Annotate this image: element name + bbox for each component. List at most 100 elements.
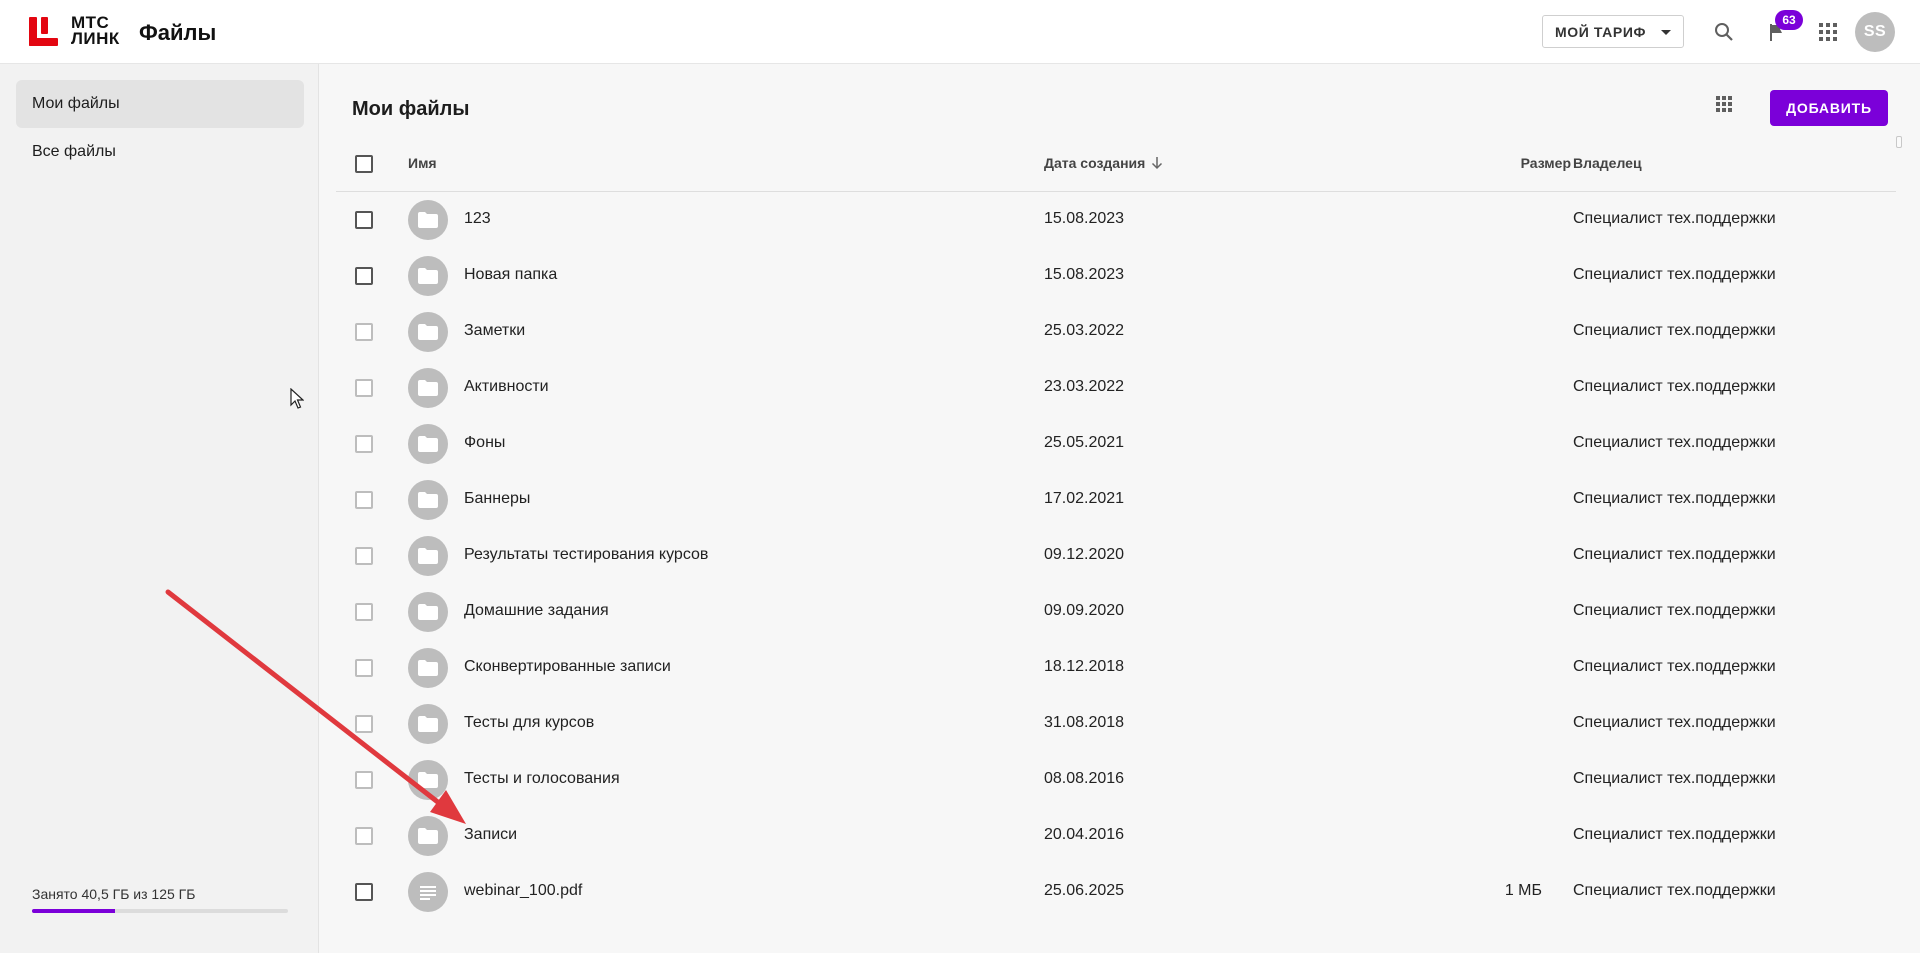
file-name[interactable]: 123	[464, 210, 491, 228]
folder-icon	[408, 312, 448, 352]
file-name[interactable]: Результаты тестирования курсов	[464, 546, 708, 564]
file-name[interactable]: Сконвертированные записи	[464, 658, 671, 676]
scrollbar-thumb[interactable]	[1896, 136, 1902, 148]
file-owner: Специалист тех.поддержки	[1573, 490, 1776, 507]
search-button[interactable]	[1709, 17, 1739, 47]
file-name[interactable]: Тесты и голосования	[464, 770, 620, 788]
file-name[interactable]: webinar_100.pdf	[464, 882, 582, 900]
user-avatar[interactable]: SS	[1855, 12, 1895, 52]
table-row[interactable]: Тесты и голосования 08.08.2016 Специалист …	[320, 752, 1920, 808]
file-created-date: 25.05.2021	[1044, 434, 1125, 451]
storage-usage-bar	[32, 909, 288, 913]
file-created-date: 25.03.2022	[1044, 322, 1125, 339]
sidebar-item-my-files[interactable]: Мои файлы	[16, 80, 304, 128]
row-checkbox[interactable]	[355, 547, 373, 565]
file-owner: Специалист тех.поддержки	[1573, 434, 1776, 451]
app-title: Файлы	[139, 20, 217, 45]
document-icon	[408, 872, 448, 912]
folder-icon	[408, 648, 448, 688]
file-owner: Специалист тех.поддержки	[1573, 546, 1776, 563]
file-name[interactable]: Новая папка	[464, 266, 557, 284]
file-name[interactable]: Записи	[464, 826, 517, 844]
file-owner: Специалист тех.поддержки	[1573, 322, 1776, 339]
sidebar: Мои файлы Все файлы Занято 40,5 ГБ из 12…	[0, 64, 319, 953]
row-checkbox[interactable]	[355, 491, 373, 509]
file-owner: Специалист тех.поддержки	[1573, 658, 1776, 675]
column-header-owner[interactable]: Владелец	[1573, 155, 1642, 171]
table-row[interactable]: Домашние задания 09.09.2020 Специалист тех…	[320, 584, 1920, 640]
file-owner: Специалист тех.поддержки	[1573, 210, 1776, 227]
row-checkbox[interactable]	[355, 603, 373, 621]
row-checkbox[interactable]	[355, 267, 373, 285]
tariff-label: МОЙ ТАРИФ	[1555, 23, 1647, 40]
file-created-date: 17.02.2021	[1044, 490, 1125, 507]
column-header-date[interactable]: Дата создания	[1044, 155, 1164, 171]
file-name[interactable]: Заметки	[464, 322, 525, 340]
select-all-checkbox[interactable]	[355, 155, 373, 173]
file-created-date: 09.09.2020	[1044, 602, 1125, 619]
file-name[interactable]: Домашние задания	[464, 602, 609, 620]
file-owner: Специалист тех.поддержки	[1573, 714, 1776, 731]
file-owner: Специалист тех.поддержки	[1573, 826, 1776, 843]
table-row[interactable]: Новая папка 15.08.2023 Специалист тех.подд…	[320, 248, 1920, 304]
table-row[interactable]: Тесты для курсов 31.08.2018 Специалист тех…	[320, 696, 1920, 752]
column-header-size[interactable]: Размер	[1490, 155, 1571, 171]
my-tariff-dropdown[interactable]: МОЙ ТАРИФ	[1542, 15, 1684, 48]
table-row[interactable]: Сконвертированные записи 18.12.2018 Специа…	[320, 640, 1920, 696]
file-name[interactable]: Фоны	[464, 434, 505, 452]
folder-icon	[408, 704, 448, 744]
folder-icon	[408, 816, 448, 856]
apps-button[interactable]	[1813, 17, 1843, 47]
column-header-name[interactable]: Имя	[408, 155, 437, 171]
mouse-cursor-icon	[290, 388, 304, 409]
table-row[interactable]: Записи 20.04.2016 Специалист тех.поддержки	[320, 808, 1920, 864]
row-checkbox[interactable]	[355, 379, 373, 397]
folder-icon	[408, 368, 448, 408]
row-checkbox[interactable]	[355, 715, 373, 733]
add-button[interactable]: ДОБАВИТЬ	[1770, 90, 1888, 126]
file-created-date: 09.12.2020	[1044, 546, 1125, 563]
row-checkbox[interactable]	[355, 827, 373, 845]
folder-icon	[408, 256, 448, 296]
folder-icon	[408, 536, 448, 576]
top-bar: МТС ЛИНК Файлы МОЙ ТАРИФ 63 SS	[0, 0, 1920, 64]
main-content: Мои файлы ДОБАВИТЬ Имя Дата создания Раз…	[320, 64, 1920, 953]
table-row[interactable]: Заметки 25.03.2022 Специалист тех.поддержк…	[320, 304, 1920, 360]
mts-link-logo-icon[interactable]	[29, 17, 58, 46]
file-name[interactable]: Активности	[464, 378, 549, 396]
table-row[interactable]: 123 15.08.2023 Специалист тех.поддержки	[320, 192, 1920, 248]
file-created-date: 15.08.2023	[1044, 266, 1125, 283]
brand-name[interactable]: МТС ЛИНК	[71, 14, 120, 47]
row-checkbox[interactable]	[355, 771, 373, 789]
row-checkbox[interactable]	[355, 659, 373, 677]
apps-grid-icon	[1819, 23, 1837, 41]
sort-arrow-down-icon	[1152, 157, 1163, 170]
table-row[interactable]: Баннеры 17.02.2021 Специалист тех.поддержк…	[320, 472, 1920, 528]
folder-icon	[408, 480, 448, 520]
file-owner: Специалист тех.поддержки	[1573, 378, 1776, 395]
table-row[interactable]: Фоны 25.05.2021 Специалист тех.поддержки	[320, 416, 1920, 472]
file-size: 1 МБ	[1504, 882, 1542, 899]
row-checkbox[interactable]	[355, 883, 373, 901]
storage-usage-label: Занято 40,5 ГБ из 125 ГБ	[32, 886, 196, 902]
file-created-date: 18.12.2018	[1044, 658, 1125, 675]
file-owner: Специалист тех.поддержки	[1573, 770, 1776, 787]
table-row[interactable]: Результаты тестирования курсов 09.12.2020…	[320, 528, 1920, 584]
table-row[interactable]: Активности 23.03.2022 Специалист тех.подде…	[320, 360, 1920, 416]
row-checkbox[interactable]	[355, 323, 373, 341]
row-checkbox[interactable]	[355, 211, 373, 229]
file-owner: Специалист тех.поддержки	[1573, 266, 1776, 283]
table-row[interactable]: webinar_100.pdf 25.06.2025 1 МБ Специалист …	[320, 864, 1920, 920]
row-checkbox[interactable]	[355, 435, 373, 453]
grid-view-toggle[interactable]	[1708, 88, 1740, 120]
folder-icon	[408, 760, 448, 800]
file-name[interactable]: Тесты для курсов	[464, 714, 594, 732]
folder-icon	[408, 592, 448, 632]
sidebar-item-all-files[interactable]: Все файлы	[16, 128, 304, 176]
sidebar-item-label: Все файлы	[32, 143, 116, 160]
file-owner: Специалист тех.поддержки	[1573, 602, 1776, 619]
file-name[interactable]: Баннеры	[464, 490, 530, 508]
caret-down-icon	[1661, 30, 1671, 35]
grid-view-icon	[1716, 96, 1732, 112]
sidebar-item-label: Мои файлы	[32, 95, 120, 112]
